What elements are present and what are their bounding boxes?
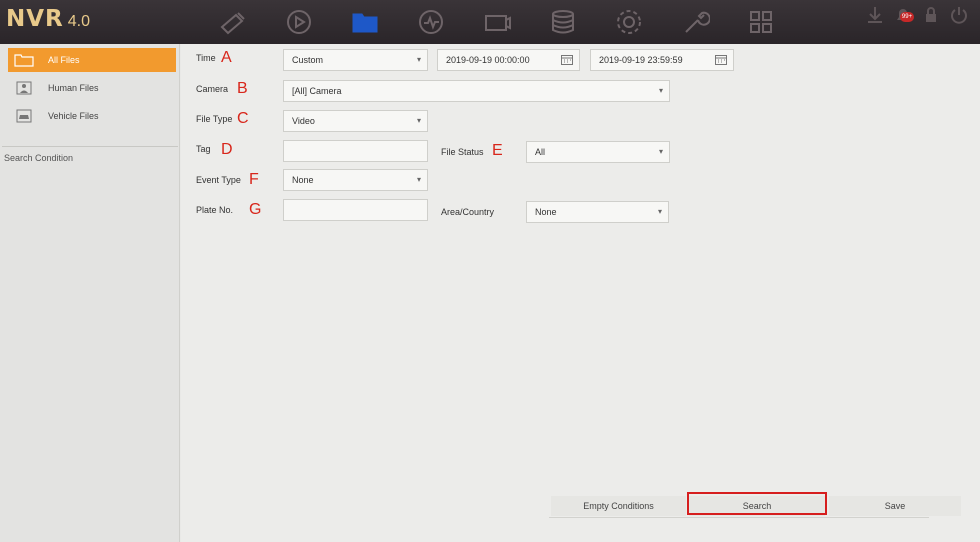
chevron-down-icon: ▾ [416,55,421,64]
file-status-label: File Status [441,147,484,157]
start-time-field[interactable]: 2019-09-19 00:00:00 [437,49,580,71]
system-settings-icon[interactable] [614,7,644,37]
area-country-label: Area/Country [441,207,495,217]
chevron-down-icon: ▾ [658,86,663,95]
sidebar-item-human-files[interactable]: Human Files [8,76,176,100]
sidebar-item-label: All Files [48,55,80,65]
playback-icon[interactable] [284,7,314,37]
chevron-down-icon: ▾ [657,207,662,216]
app-logo: NVR 4.0 [6,6,90,36]
tag-input[interactable] [283,140,428,162]
end-time-field[interactable]: 2019-09-19 23:59:59 [590,49,734,71]
app-name: NVR [6,6,64,32]
area-country-select[interactable]: None ▾ [526,201,669,223]
time-select[interactable]: Custom ▾ [283,49,428,71]
file-type-label: File Type [196,114,233,124]
sidebar: All Files Human Files Vehicle Files Sear… [0,44,180,542]
camera-select[interactable]: [All] Camera ▾ [283,80,670,102]
plate-no-input[interactable] [283,199,428,221]
save-button[interactable]: Save [829,496,961,516]
camera-label: Camera [196,84,229,94]
sidebar-item-label: Human Files [48,83,99,93]
camera-icon[interactable] [482,7,512,37]
tag-marker: D [221,141,233,158]
file-status-marker: E [492,142,503,159]
folder-icon [14,53,34,67]
sidebar-item-label: Vehicle Files [48,111,99,121]
vehicle-icon [14,109,34,123]
live-view-icon[interactable] [218,7,248,37]
maintenance-icon[interactable] [680,7,711,37]
event-type-select[interactable]: None ▾ [283,169,428,191]
app-version: 4.0 [67,13,91,30]
file-type-select-value: Video [292,116,315,126]
button-bar-divider [549,517,929,518]
plate-no-marker: G [249,201,262,218]
sidebar-item-vehicle-files[interactable]: Vehicle Files [8,104,176,128]
user-lock-icon[interactable] [920,4,942,26]
file-type-marker: C [237,110,249,127]
smart-analysis-icon[interactable] [416,7,446,37]
chevron-down-icon: ▾ [416,175,421,184]
event-type-select-value: None [292,175,314,185]
camera-marker: B [237,80,248,97]
file-management-icon[interactable] [350,7,380,37]
file-status-select[interactable]: All ▾ [526,141,670,163]
empty-conditions-button[interactable]: Empty Conditions [551,496,686,516]
time-select-value: Custom [292,55,324,65]
camera-select-value: [All] Camera [292,86,342,96]
sidebar-item-all-files[interactable]: All Files [8,48,176,72]
tag-label: Tag [196,144,211,154]
top-bar: NVR 4.0 99+ [0,0,980,44]
start-time-value: 2019-09-19 00:00:00 [446,55,530,65]
file-status-select-value: All [535,147,546,157]
download-icon[interactable] [864,4,886,26]
time-label: Time [196,53,216,63]
chevron-down-icon: ▾ [658,147,663,156]
power-icon[interactable] [948,4,970,26]
event-type-label: Event Type [196,175,241,185]
calendar-icon[interactable] [561,55,573,65]
human-icon [14,81,34,95]
end-time-value: 2019-09-19 23:59:59 [599,55,683,65]
more-apps-icon[interactable] [746,7,776,37]
event-type-marker: F [249,171,259,188]
search-condition-heading: Search Condition [4,153,74,163]
search-form-panel: Time A Custom ▾ 2019-09-19 00:00:00 2019… [181,44,980,542]
calendar-icon[interactable] [715,55,727,65]
area-country-select-value: None [535,207,557,217]
sidebar-divider [2,146,178,147]
file-type-select[interactable]: Video ▾ [283,110,428,132]
chevron-down-icon: ▾ [416,116,421,125]
notification-badge: 99+ [900,12,914,22]
storage-icon[interactable] [548,7,578,37]
time-marker: A [221,49,232,66]
plate-no-label: Plate No. [196,205,234,215]
search-highlight-box [687,492,827,515]
